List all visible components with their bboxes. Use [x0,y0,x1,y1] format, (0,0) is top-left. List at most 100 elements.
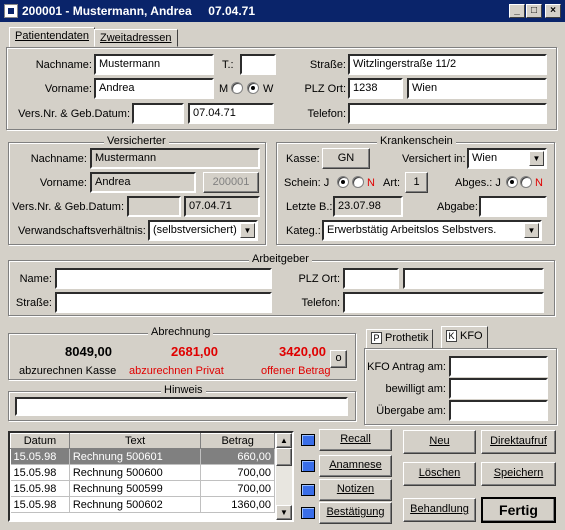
kasse-amount-label: abzurechnen Kasse [19,365,117,377]
table-row[interactable]: 15.05.98 Rechnung 500600 700,00 [10,464,275,481]
arbeitgeber-title: Arbeitgeber [249,253,312,265]
button-label: Neu [429,435,450,447]
title-field[interactable] [240,54,276,75]
button-label: Speichern [493,467,544,479]
nachname-field[interactable]: Mustermann [94,54,214,75]
versnr-field[interactable] [132,103,184,124]
strasse-field[interactable]: Witzlingerstraße 11/2 [348,54,547,75]
table-row[interactable]: 15.05.98 Rechnung 500601 660,00 [10,448,275,465]
ag-ort-field[interactable] [403,268,544,289]
art-button[interactable]: 1 [405,172,428,193]
schein-n-radio[interactable] [352,176,364,188]
gebdatum-field[interactable]: 07.04.71 [188,103,274,124]
schein-n-label: N [367,177,375,189]
schein-j-radio[interactable] [337,176,349,188]
kfo-antrag-field[interactable] [449,356,548,377]
ort-field[interactable]: Wien [407,78,547,99]
anamnese-indicator-icon[interactable] [301,460,315,472]
table-row[interactable]: 15.05.98 Rechnung 500602 1360,00 [10,496,275,513]
cell-text: Rechnung 500602 [69,496,202,513]
abges-j-radio[interactable] [506,176,518,188]
ag-strasse-field[interactable] [55,292,272,313]
kasse-label: Kasse: [286,153,320,165]
hinweis-field[interactable] [15,397,348,416]
abrechnung-title: Abrechnung [148,326,214,338]
tab-patientendaten[interactable]: Patientendaten [9,27,96,48]
abges-n-radio[interactable] [520,176,532,188]
female-radio[interactable] [247,82,259,94]
notizen-button[interactable]: Notizen [319,479,392,501]
vers-in-select[interactable]: Wien ▼ [467,148,547,169]
cell-text: Rechnung 500600 [69,464,202,481]
fertig-button[interactable]: Fertig [481,497,556,523]
button-label: Notizen [336,483,375,495]
scroll-up-icon[interactable]: ▲ [276,433,292,448]
speichern-button[interactable]: Speichern [481,462,556,486]
vers-versnr-label: Vers.Nr. & Geb.Datum: [12,201,124,213]
tab-zweitadressen[interactable]: Zweitadressen [94,29,178,47]
vers-vorname-field[interactable]: Andrea [90,172,196,193]
button-label: Behandlung [410,503,469,515]
kasse-button[interactable]: GN [322,148,370,169]
maximize-button[interactable]: □ [526,4,542,18]
abgabe-field[interactable] [479,196,547,217]
col-header-datum[interactable]: Datum [10,433,70,449]
kateg-select[interactable]: Erwerbstätig Arbeitslos Selbstvers. ▼ [322,220,542,241]
schein-label: Schein: J [284,177,330,189]
ag-plz-field[interactable] [343,268,399,289]
kfo-bewilligt-label: bewilligt am: [385,383,446,395]
anamnese-button[interactable]: Anamnese [319,455,392,477]
ag-telefon-field[interactable] [343,292,544,313]
letzte-field[interactable]: 23.07.98 [333,196,403,217]
col-header-text[interactable]: Text [68,433,202,449]
ag-name-field[interactable] [55,268,272,289]
cell-betrag: 700,00 [200,480,275,497]
loeschen-button[interactable]: Löschen [403,462,476,486]
app-icon [4,4,18,18]
table-row[interactable]: 15.05.98 Rechnung 500599 700,00 [10,480,275,497]
telefon-field[interactable] [348,103,547,124]
bestaetigung-indicator-icon[interactable] [301,507,315,519]
versicherter-title: Versicherter [104,135,169,147]
verwandt-select[interactable]: (selbstversichert) ▼ [148,220,258,241]
male-radio[interactable] [231,82,243,94]
vers-gebdatum-field[interactable]: 07.04.71 [184,196,260,217]
kateg-label: Kateg.: [286,225,321,237]
tab-kfo[interactable]: K KFO [441,326,488,350]
vers-versnr-field[interactable] [127,196,181,217]
hinweis-title: Hinweis [161,384,206,396]
table-scrollbar[interactable]: ▲ ▼ [276,433,292,520]
abges-label: Abges.: J [455,177,501,189]
recall-button[interactable]: Recall [319,429,392,451]
ag-telefon-label: Telefon: [301,297,340,309]
tab-label: KFO [460,330,483,342]
bestaetigung-button[interactable]: Bestätigung [319,502,392,524]
button-label: Löschen [418,467,461,479]
kfo-bewilligt-field[interactable] [449,378,548,399]
vers-nachname-field[interactable]: Mustermann [90,148,260,169]
kfo-uebergabe-field[interactable] [449,400,548,421]
vorname-field[interactable]: Andrea [94,78,214,99]
neu-button[interactable]: Neu [403,430,476,454]
notizen-indicator-icon[interactable] [301,484,315,496]
offen-amount: 3420,00 [279,344,326,359]
close-button[interactable]: × [545,4,561,18]
col-header-betrag[interactable]: Betrag [200,433,275,449]
chevron-down-icon: ▼ [524,223,539,238]
behandlung-button[interactable]: Behandlung [403,498,476,522]
cell-text: Rechnung 500601 [69,448,202,465]
tab-prothetik[interactable]: P Prothetik [366,329,434,349]
recall-indicator-icon[interactable] [301,434,315,446]
offen-details-button[interactable]: o [330,350,347,368]
abges-n-label: N [535,177,543,189]
minimize-button[interactable]: _ [509,4,525,18]
ag-plz-label: PLZ Ort: [298,273,340,285]
versicherter-id-button[interactable]: 200001 [203,172,259,193]
button-label: Recall [340,433,371,445]
scroll-thumb[interactable] [276,448,292,466]
direktaufruf-button[interactable]: Direktaufruf [481,430,556,454]
ag-name-label: Name: [19,273,52,285]
scroll-down-icon[interactable]: ▼ [276,505,292,520]
plz-field[interactable]: 1238 [348,78,403,99]
tab-label: Zweitadressen [100,32,172,44]
